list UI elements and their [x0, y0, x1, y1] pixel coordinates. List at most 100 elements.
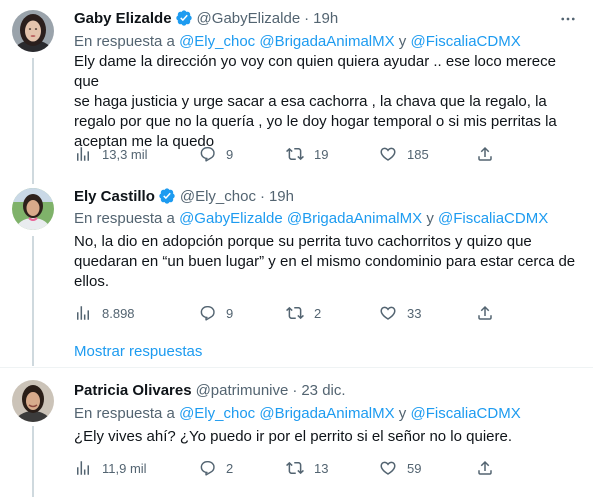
handle[interactable]: @Ely_choc: [180, 188, 256, 205]
like-button[interactable]: 33: [379, 303, 421, 323]
reply-icon: [198, 459, 216, 477]
tweet-text: ¿Ely vives ahí? ¿Yo puedo ir por el perr…: [74, 427, 579, 447]
and-word: y: [398, 405, 407, 422]
show-replies-link[interactable]: Mostrar respuestas: [74, 342, 202, 362]
tweet-patricia-olivares[interactable]: Patricia Olivares @patrimunive · 23 dic.…: [0, 368, 593, 497]
analytics-icon: [74, 145, 92, 163]
avatar-image: [12, 380, 54, 422]
retweet-button[interactable]: 19: [286, 144, 328, 164]
mention-link[interactable]: @Ely_choc: [179, 405, 255, 422]
mention-link[interactable]: @FiscaliaCDMX: [410, 405, 520, 422]
retweet-icon: [286, 145, 304, 163]
thread-line: [32, 426, 34, 497]
retweet-icon: [286, 459, 304, 477]
share-button[interactable]: [476, 458, 494, 478]
views-button[interactable]: 11,9 mil: [74, 458, 147, 478]
and-word: y: [398, 33, 407, 50]
tweet-text-line: Ely dame la dirección yo voy con quien q…: [74, 53, 556, 90]
reply-context: En respuesta a @GabyElizalde @BrigadaAni…: [74, 209, 548, 229]
separator-dot: ·: [304, 9, 310, 27]
reply-button[interactable]: 9: [198, 303, 233, 323]
thread-line: [32, 176, 34, 184]
reply-count: 9: [226, 305, 234, 321]
reply-prefix: En respuesta a: [74, 33, 175, 50]
avatar[interactable]: [12, 10, 54, 52]
heart-icon: [379, 304, 397, 322]
reply-button[interactable]: 9: [198, 144, 233, 164]
analytics-icon: [74, 304, 92, 322]
reply-button[interactable]: 2: [198, 458, 233, 478]
reply-prefix: En respuesta a: [74, 210, 175, 227]
reply-count: 9: [226, 146, 234, 162]
mention-link[interactable]: @BrigadaAnimalMX: [259, 33, 394, 50]
share-icon: [476, 304, 494, 322]
tweet-text-line: No, la dio en adopción porque su perrita…: [74, 233, 532, 250]
more-options-icon[interactable]: [557, 8, 579, 30]
reply-prefix: En respuesta a: [74, 405, 175, 422]
separator-dot: ·: [259, 187, 265, 205]
verified-badge-icon: [175, 9, 193, 27]
like-count: 59: [407, 460, 422, 476]
tweet-text: No, la dio en adopción porque su perrita…: [74, 232, 579, 292]
reply-context: En respuesta a @Ely_choc @BrigadaAnimalM…: [74, 404, 521, 424]
mention-link[interactable]: @FiscaliaCDMX: [410, 33, 520, 50]
separator-dot: ·: [292, 381, 298, 399]
mention-link[interactable]: @Ely_choc: [179, 33, 255, 50]
tweet-ely-castillo[interactable]: Ely Castillo @Ely_choc · 19h En respuest…: [0, 176, 593, 366]
handle[interactable]: @GabyElizalde: [197, 10, 301, 27]
tweet-text-line: ellos.: [74, 273, 110, 290]
avatar[interactable]: [12, 188, 54, 230]
heart-icon: [379, 459, 397, 477]
heart-icon: [379, 145, 397, 163]
avatar-image: [12, 188, 54, 230]
retweet-icon: [286, 304, 304, 322]
like-button[interactable]: 59: [379, 458, 421, 478]
timestamp[interactable]: 19h: [269, 188, 294, 205]
retweet-button[interactable]: 13: [286, 458, 328, 478]
share-icon: [476, 459, 494, 477]
views-button[interactable]: 13,3 mil: [74, 144, 148, 164]
reply-context: En respuesta a @Ely_choc @BrigadaAnimalM…: [74, 32, 521, 52]
display-name[interactable]: Ely Castillo: [74, 188, 155, 205]
retweet-count: 19: [314, 146, 329, 162]
tweet-actions: 13,3 mil 9 19 185: [74, 144, 504, 164]
retweet-button[interactable]: 2: [286, 303, 321, 323]
thread-line: [32, 58, 34, 176]
tweet-gaby-elizalde[interactable]: Gaby Elizalde @GabyElizalde · 19h En res…: [0, 0, 593, 176]
like-button[interactable]: 185: [379, 144, 429, 164]
reply-icon: [198, 145, 216, 163]
timestamp[interactable]: 23 dic.: [301, 382, 345, 399]
handle[interactable]: @patrimunive: [196, 382, 289, 399]
display-name[interactable]: Gaby Elizalde: [74, 10, 172, 27]
views-count: 13,3 mil: [102, 146, 148, 162]
avatar[interactable]: [12, 380, 54, 422]
reply-icon: [198, 304, 216, 322]
and-word: y: [426, 210, 434, 227]
share-icon: [476, 145, 494, 163]
tweet-text-line: regalo por que no la quería , yo le doy …: [74, 113, 557, 130]
tweet-text: Ely dame la dirección yo voy con quien q…: [74, 52, 579, 152]
like-count: 33: [407, 305, 422, 321]
verified-badge-icon: [158, 187, 176, 205]
mention-link[interactable]: @BrigadaAnimalMX: [287, 210, 422, 227]
tweet-header: Patricia Olivares @patrimunive · 23 dic.: [74, 380, 346, 400]
tweet-actions: 11,9 mil 2 13 59: [74, 458, 504, 478]
thread-line: [32, 236, 34, 366]
timestamp[interactable]: 19h: [313, 10, 338, 27]
display-name[interactable]: Patricia Olivares: [74, 382, 192, 399]
retweet-count: 13: [314, 460, 329, 476]
tweet-text-line: ¿Ely vives ahí? ¿Yo puedo ir por el perr…: [74, 428, 513, 445]
tweet-actions: 8.898 9 2 33: [74, 303, 504, 323]
views-count: 11,9 mil: [102, 460, 147, 476]
tweet-header: Ely Castillo @Ely_choc · 19h: [74, 186, 294, 206]
mention-link[interactable]: @BrigadaAnimalMX: [259, 405, 394, 422]
like-count: 185: [407, 146, 429, 162]
views-button[interactable]: 8.898: [74, 303, 135, 323]
share-button[interactable]: [476, 303, 494, 323]
mention-link[interactable]: @FiscaliaCDMX: [438, 210, 548, 227]
tweet-text-line: quedaran en “un buen lugar” y en el mism…: [74, 253, 576, 270]
views-count: 8.898: [102, 305, 135, 321]
mention-link[interactable]: @GabyElizalde: [179, 210, 283, 227]
share-button[interactable]: [476, 144, 494, 164]
retweet-count: 2: [314, 305, 322, 321]
